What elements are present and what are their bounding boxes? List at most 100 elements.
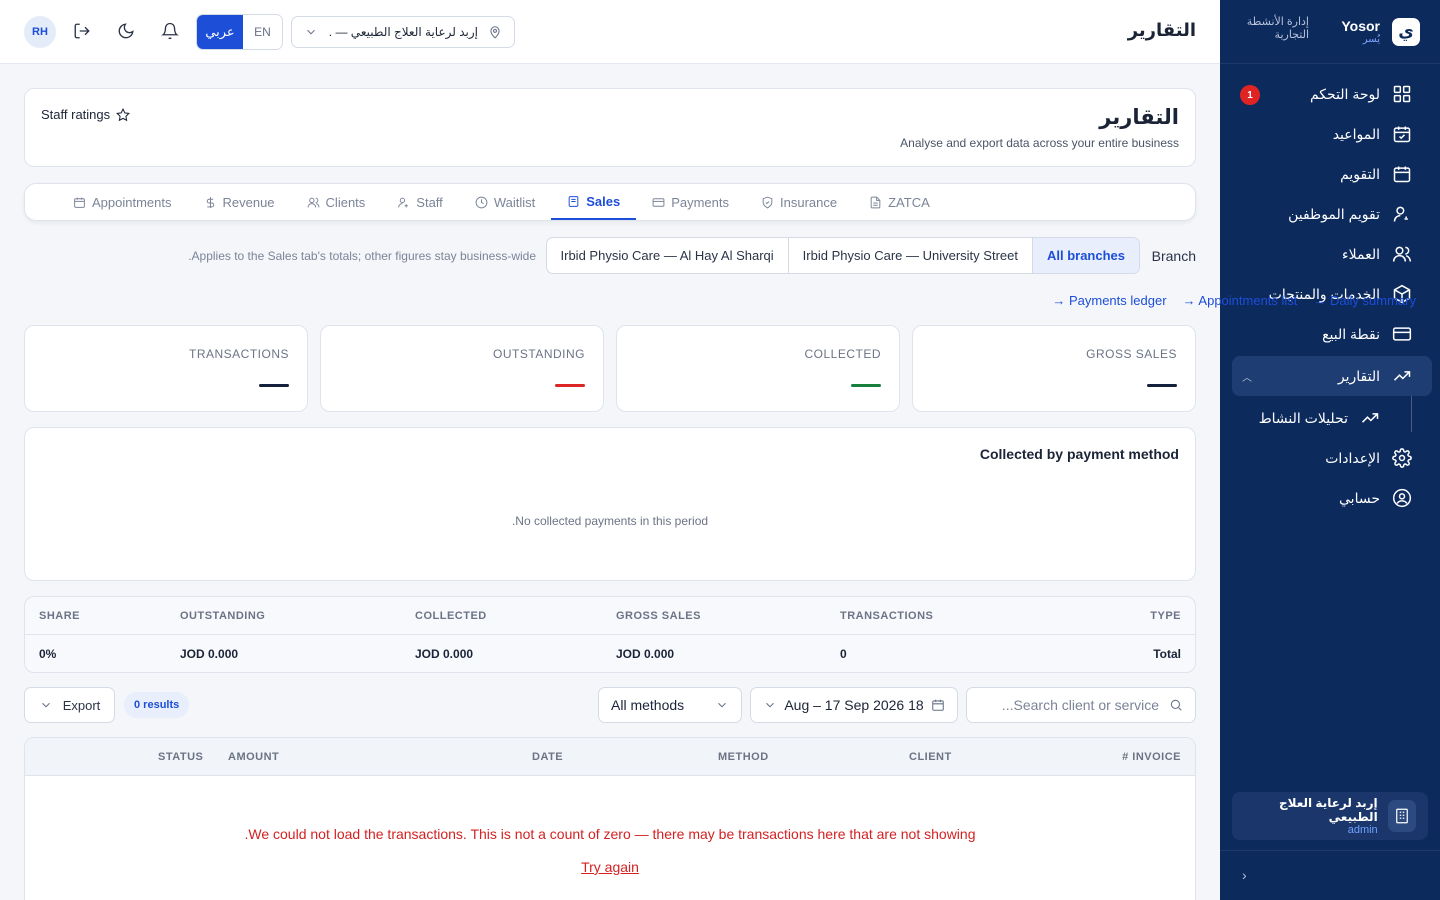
branch-select[interactable]: إربد لرعاية العلاج الطبيعي — ... xyxy=(291,16,515,48)
table-header-row: STATUS AMOUNT DATE METHOD CLIENT # INVOI… xyxy=(25,738,1195,776)
stat-card-outstanding: OUTSTANDING xyxy=(320,325,604,412)
users-icon xyxy=(307,197,319,207)
branch-filter: .Applies to the Sales tab's totals; othe… xyxy=(24,237,1196,275)
report-tabs: Appointments Revenue Clients Staff Waitl… xyxy=(24,183,1196,221)
results-count-badge: 0 results xyxy=(124,692,190,718)
tab-payments[interactable]: Payments xyxy=(636,184,745,220)
stat-card-transactions: TRANSACTIONS xyxy=(24,325,308,412)
sidebar-item-my-account[interactable]: حسابي xyxy=(1232,478,1432,518)
branch-option-all[interactable]: All branches xyxy=(1031,238,1139,273)
users-icon xyxy=(1392,246,1412,262)
sidebar-nav: 1 لوحة التحكم المواعيد التقويم تقويم الم… xyxy=(1220,64,1440,518)
brand-subtitle: إدارة الأنشطة التجارية xyxy=(1246,16,1309,41)
gross-sales-cell: JOD 0.000 xyxy=(616,647,675,661)
sidebar-item-label: العملاء xyxy=(1342,245,1380,262)
tab-appointments[interactable]: Appointments xyxy=(57,184,188,220)
type-cell: Total xyxy=(1153,647,1181,661)
account-name: إربد لرعاية العلاج الطبيعي xyxy=(1278,796,1378,824)
tab-sales[interactable]: Sales xyxy=(551,184,637,220)
try-again-link[interactable]: Try again xyxy=(581,859,639,875)
sidebar-item-label: لوحة التحكم xyxy=(1309,85,1380,102)
stat-empty-dash xyxy=(1147,384,1177,387)
payment-method-select[interactable]: All methods xyxy=(598,687,742,723)
account-card[interactable]: إربد لرعاية العلاج الطبيعي admin xyxy=(1232,792,1428,840)
sidebar-item-appointments[interactable]: المواعيد xyxy=(1232,114,1432,154)
appointments-list-link[interactable]: → Appointments list xyxy=(1183,293,1298,308)
bell-icon[interactable] xyxy=(161,22,181,42)
chevron-right-icon[interactable]: › xyxy=(1242,867,1247,883)
retry-wrapper: Try again xyxy=(25,859,1195,875)
column-header: AMOUNT xyxy=(228,751,280,763)
stat-label: OUTSTANDING xyxy=(493,347,585,361)
tab-label: Appointments xyxy=(92,194,172,210)
sidebar-item-label: تقويم الموظفين xyxy=(1288,205,1380,222)
tab-revenue[interactable]: Revenue xyxy=(188,184,291,220)
chevron-down-icon xyxy=(718,702,726,708)
chevron-down-icon xyxy=(307,29,315,35)
tab-waitlist[interactable]: Waitlist xyxy=(459,184,551,220)
collected-by-method-card: Collected by payment method .No collecte… xyxy=(24,427,1196,581)
quick-links: → Payments ledger → Appointments list → … xyxy=(1052,293,1416,308)
payments-ledger-link[interactable]: → Payments ledger xyxy=(1052,293,1166,308)
tab-zatca[interactable]: ZATCA xyxy=(853,184,946,220)
topbar-title: التقارير xyxy=(1127,20,1196,40)
sidebar-item-reports[interactable]: ︿ التقارير xyxy=(1232,356,1432,396)
topbar: RH عربي EN إربد لرعاية العلاج الطبيعي — … xyxy=(0,0,1220,64)
sidebar-item-dashboard[interactable]: 1 لوحة التحكم xyxy=(1232,74,1432,114)
sales-summary-table: SHARE OUTSTANDING COLLECTED GROSS SALES … xyxy=(24,596,1196,673)
shield-icon xyxy=(762,196,773,208)
brand-name: Yosor يُسر xyxy=(1341,18,1380,45)
clock-icon xyxy=(475,196,488,208)
tab-label: Payments xyxy=(671,194,730,210)
lang-ar-button[interactable]: عربي xyxy=(197,15,243,49)
sidebar-item-clients[interactable]: العملاء xyxy=(1232,234,1432,274)
lang-en-button[interactable]: EN xyxy=(243,15,282,49)
tab-label: Staff xyxy=(416,194,443,210)
tab-clients[interactable]: Clients xyxy=(291,184,382,220)
avatar[interactable]: RH xyxy=(24,16,56,48)
document-icon xyxy=(870,196,881,208)
branch-option-al-hay[interactable]: Irbid Physio Care — Al Hay Al Sharqi xyxy=(547,238,788,273)
brand-name-en: Yosor xyxy=(1341,18,1380,34)
export-button[interactable]: Export xyxy=(24,687,115,723)
column-header: # INVOICE xyxy=(1122,751,1181,763)
branch-filter-note: .Applies to the Sales tab's totals; othe… xyxy=(188,249,536,263)
sidebar-item-calendar[interactable]: التقويم xyxy=(1232,154,1432,194)
account-text: إربد لرعاية العلاج الطبيعي admin xyxy=(1244,796,1378,836)
tab-label: ZATCA xyxy=(888,194,930,210)
chevron-up-icon[interactable]: ︿ xyxy=(1242,369,1252,384)
search-icon xyxy=(1170,699,1182,711)
building-icon xyxy=(1387,800,1416,832)
sidebar-footer: › xyxy=(1220,850,1440,900)
sidebar-item-label: التقارير xyxy=(1337,367,1380,384)
tab-label: Clients xyxy=(325,194,366,210)
dollar-icon xyxy=(206,196,214,208)
sidebar-item-label: نقطة البيع xyxy=(1322,325,1380,342)
daily-summary-link[interactable]: → Daily summary xyxy=(1313,293,1416,308)
branch-option-university[interactable]: Irbid Physio Care — University Street xyxy=(787,238,1032,273)
sidebar-item-pos[interactable]: نقطة البيع xyxy=(1232,314,1432,354)
page-subtitle: Analyse and export data across your enti… xyxy=(900,136,1179,150)
map-pin-icon xyxy=(490,26,500,39)
staff-ratings-link[interactable]: Staff ratings xyxy=(41,107,131,122)
sidebar-item-staff-calendar[interactable]: تقويم الموظفين xyxy=(1232,194,1432,234)
stat-label: COLLECTED xyxy=(804,347,881,361)
stat-empty-dash xyxy=(851,384,881,387)
column-header: METHOD xyxy=(718,751,769,763)
stat-label: GROSS SALES xyxy=(1086,347,1177,361)
sidebar-item-activity-analytics[interactable]: تحليلات النشاط xyxy=(1232,398,1432,438)
date-range-picker[interactable]: Aug – 17 Sep 2026 18 xyxy=(750,687,958,723)
logout-icon[interactable] xyxy=(73,22,93,42)
sidebar-item-settings[interactable]: الإعدادات xyxy=(1232,438,1432,478)
tab-label: Revenue xyxy=(222,194,275,210)
user-settings-icon xyxy=(398,197,409,207)
tab-staff[interactable]: Staff xyxy=(381,184,459,220)
star-icon xyxy=(116,107,131,121)
moon-icon[interactable] xyxy=(117,22,137,42)
sidebar-item-label: المواعيد xyxy=(1332,125,1380,142)
branch-filter-label: Branch xyxy=(1151,248,1196,264)
search-input[interactable] xyxy=(989,697,1159,713)
tab-insurance[interactable]: Insurance xyxy=(745,184,853,220)
gear-icon xyxy=(1392,448,1412,468)
dashboard-icon xyxy=(1393,85,1411,103)
